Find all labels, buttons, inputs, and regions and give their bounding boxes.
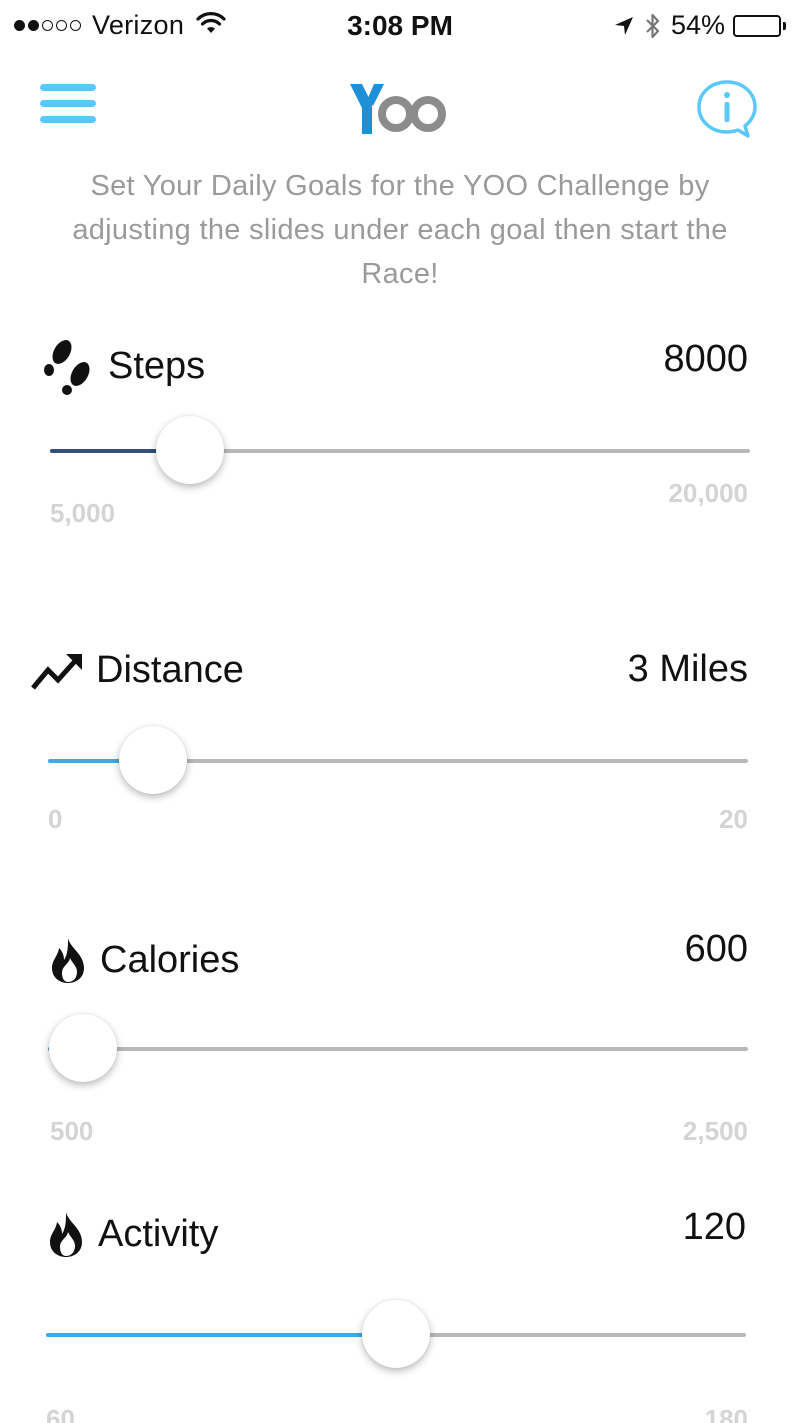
trend-up-icon xyxy=(30,648,86,692)
goal-calories-value: 600 xyxy=(684,928,748,970)
battery-percent: 54% xyxy=(670,10,725,40)
instructions-text: Set Your Daily Goals for the YOO Challen… xyxy=(72,170,728,290)
activity-slider[interactable] xyxy=(46,1300,746,1370)
goals-screen: Verizon 3:08 PM 54% Set Your Daily Goals… xyxy=(0,0,800,1423)
slider-thumb[interactable] xyxy=(49,1014,117,1082)
battery-icon xyxy=(733,14,786,37)
location-arrow-icon xyxy=(613,15,635,37)
menu-button[interactable] xyxy=(40,84,96,124)
distance-max-label: 20 xyxy=(719,804,748,834)
distance-slider[interactable] xyxy=(48,726,748,796)
steps-max-label: 20,000 xyxy=(668,478,748,508)
goal-steps-value: 8000 xyxy=(663,338,748,380)
hamburger-menu-icon xyxy=(40,84,96,91)
goal-calories: Calories 600 500 2,500 xyxy=(0,928,800,1188)
activity-min-label: 60 xyxy=(46,1404,75,1423)
bluetooth-icon xyxy=(645,12,661,40)
info-bubble-icon xyxy=(697,80,757,138)
goal-distance: Distance 3 Miles 0 20 xyxy=(0,640,800,900)
goal-steps-label: Steps xyxy=(108,344,206,387)
goal-steps: Steps 8000 5,000 20,000 xyxy=(0,330,800,590)
slider-fill xyxy=(46,1333,396,1337)
goal-distance-value: 3 Miles xyxy=(627,648,748,690)
goal-distance-label: Distance xyxy=(96,648,244,691)
slider-track xyxy=(48,1047,748,1051)
steps-min-label: 5,000 xyxy=(50,498,116,528)
goal-activity-label: Activity xyxy=(98,1212,219,1255)
info-button[interactable] xyxy=(694,78,760,140)
calories-min-label: 500 xyxy=(50,1116,94,1146)
footsteps-icon xyxy=(40,336,98,396)
slider-thumb[interactable] xyxy=(156,416,224,484)
calories-max-label: 2,500 xyxy=(682,1116,748,1146)
flame-icon xyxy=(46,936,90,984)
goal-activity: Activity 120 60 180 xyxy=(0,1206,800,1423)
goal-activity-value: 120 xyxy=(682,1206,746,1248)
slider-thumb[interactable] xyxy=(119,726,187,794)
calories-slider[interactable] xyxy=(48,1014,748,1084)
distance-min-label: 0 xyxy=(48,804,63,834)
flame-icon xyxy=(44,1210,88,1258)
steps-slider[interactable] xyxy=(50,416,750,486)
activity-max-label: 180 xyxy=(704,1404,748,1423)
goal-calories-label: Calories xyxy=(100,938,240,981)
slider-thumb[interactable] xyxy=(362,1300,430,1368)
status-bar: Verizon 3:08 PM 54% xyxy=(0,0,800,56)
yoo-logo xyxy=(340,76,460,140)
